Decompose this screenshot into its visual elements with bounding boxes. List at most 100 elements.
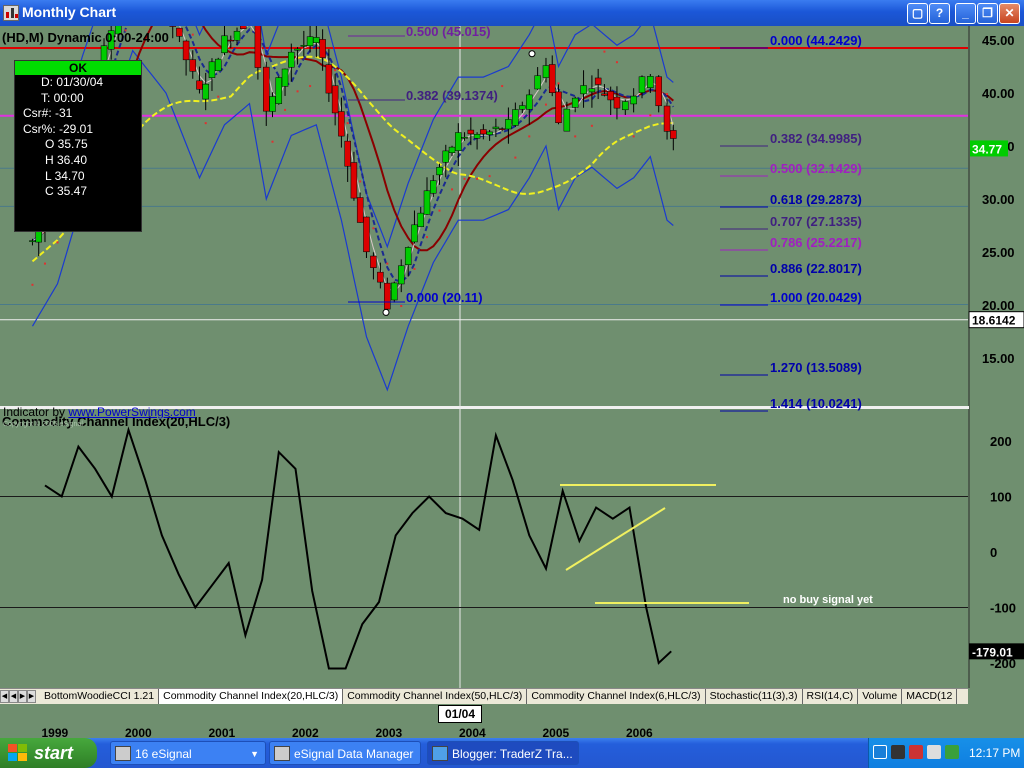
task-blogger[interactable]: Blogger: TraderZ Tra... [427,741,579,765]
candle-up [300,45,308,47]
candle-down [176,27,183,37]
candle-up [306,36,314,47]
parabolic-sar-dot [463,177,466,180]
task-data-manager[interactable]: eSignal Data Manager [269,741,421,765]
task-esignal-label: 16 eSignal [135,747,192,761]
candle-up [35,230,42,243]
candle-up [391,282,398,301]
parabolic-sar-dot [296,90,299,93]
parabolic-sar-dot [615,61,618,64]
tabs-container: BottomWoodieCCI 1.21 Commodity Channel In… [40,689,958,704]
indicator-tab[interactable]: Commodity Channel Index(6,HLC/3) [527,689,706,704]
indicator-tab-strip[interactable]: ◀ ◀ ▶ ▶ BottomWoodieCCI 1.21 Commodity Chann… [0,688,968,704]
network-tray-icon[interactable] [945,745,959,759]
parabolic-sar-dot [425,236,428,239]
candle-up [461,137,468,139]
chart-area[interactable]: 45.0040.0035.0030.0025.0020.0015.0034.77… [0,26,1024,738]
tab-prev-icon[interactable]: ◀ [9,690,18,703]
help-button[interactable]: ? [929,3,950,24]
parabolic-sar-dot [666,93,669,95]
info-row: D: 01/30/04 [41,75,104,89]
info-status: OK [15,61,141,75]
link-window-button[interactable]: ▢ [907,3,928,24]
cci-tick-label: 0 [990,545,997,560]
indicator-tab[interactable]: Stochastic(11(3),3) [705,689,803,704]
price-tick-label: 45.00 [982,33,1015,48]
candle-up [512,109,519,126]
start-button[interactable]: start [0,738,97,768]
candle-up [233,30,241,41]
candle-up [647,76,654,88]
indicator-tab[interactable]: Commodity Channel Index(20,HLC/3) [159,689,344,704]
candle-down [344,140,351,167]
start-label: start [34,743,74,763]
parabolic-sar-dot [476,177,479,180]
price-tick-label: 25.00 [982,245,1015,260]
security-tray-icon[interactable] [909,745,923,759]
window-titlebar[interactable]: Monthly Chart ▢ ? _ ❐ ✕ [0,0,1024,26]
indicator-tab[interactable]: MACD(12 [902,689,958,704]
system-tray[interactable]: 12:17 PM [868,738,1024,768]
fib-right-label: 1.000 (20.0429) [770,290,862,305]
candle-up [313,37,320,43]
close-button[interactable]: ✕ [999,3,1020,24]
candle-down [555,91,562,124]
candle-up [442,150,450,163]
clock: 12:17 PM [969,746,1021,760]
indicator-tab[interactable]: BottomWoodieCCI 1.21 [40,689,160,704]
cursor-price-badge: 18.6142 [972,314,1016,328]
candle-up [448,146,456,154]
minimize-button[interactable]: _ [955,3,976,24]
tab-first-icon[interactable]: ◀ [0,690,9,703]
chart-canvas[interactable]: 45.0040.0035.0030.0025.0020.0015.0034.77… [0,26,1024,738]
printer-tray-icon[interactable] [891,745,905,759]
candle-up [638,76,646,93]
swing-high-marker [528,50,536,58]
candle-down [331,85,339,114]
window-title: Monthly Chart [22,4,117,20]
cci-tick-label: 100 [990,490,1012,505]
info-row: L 34.70 [45,168,85,183]
parabolic-sar-dot [359,180,362,183]
tab-scroll-arrows[interactable]: ◀ ◀ ▶ ▶ [0,689,40,704]
symbol-header: (HD,M) Dynamic 0:00-24:00 [2,30,169,45]
restore-button[interactable]: ❐ [977,3,998,24]
cci-current-badge: -179.01 [972,645,1013,659]
speaker-tray-icon[interactable] [927,745,941,759]
powerswings-link[interactable]: www.PowerSwings.com [68,405,195,419]
current-price-badge: 34.77 [972,142,1002,156]
candle-up [411,224,418,243]
price-tick-label: 20.00 [982,298,1015,313]
cci-line-layer [44,426,749,670]
tab-last-icon[interactable]: ▶ [27,690,36,703]
candle-up [622,101,629,111]
chevron-down-icon: ▼ [250,749,259,759]
candle-up [519,105,526,110]
indicator-tab[interactable]: Volume [858,689,903,704]
fib-left-label: 0.382 (39.1374) [406,88,498,103]
parabolic-sar-dot [451,188,454,191]
candle-up [455,132,462,151]
tab-next-icon[interactable]: ▶ [18,690,27,703]
task-esignal[interactable]: 16 eSignal ▼ [110,741,266,765]
candle-down [240,26,247,29]
candle-down [356,197,364,223]
parabolic-sar-dot [43,262,46,265]
copyright-text: Copyright © 2005 eSignal [3,421,83,428]
candle-down [548,64,556,93]
indicator-credit: Indicator by www.PowerSwings.com [3,405,196,419]
candle-down [601,93,608,96]
fib-right-label: 0.000 (44.2429) [770,33,862,48]
candle-down [370,255,377,268]
candle-down [363,216,370,253]
candle-down [377,271,384,283]
candle-up [404,247,412,266]
help-tray-icon[interactable] [873,745,887,759]
indicator-tab[interactable]: RSI(14,C) [802,689,859,704]
parabolic-sar-dot [528,135,531,138]
parabolic-sar-dot [372,227,375,230]
indicator-tab[interactable]: Commodity Channel Index(50,HLC/3) [343,689,528,704]
data-manager-icon [274,746,290,761]
candle-down [480,129,487,135]
cursor-date-badge: 01/04 [438,705,482,723]
